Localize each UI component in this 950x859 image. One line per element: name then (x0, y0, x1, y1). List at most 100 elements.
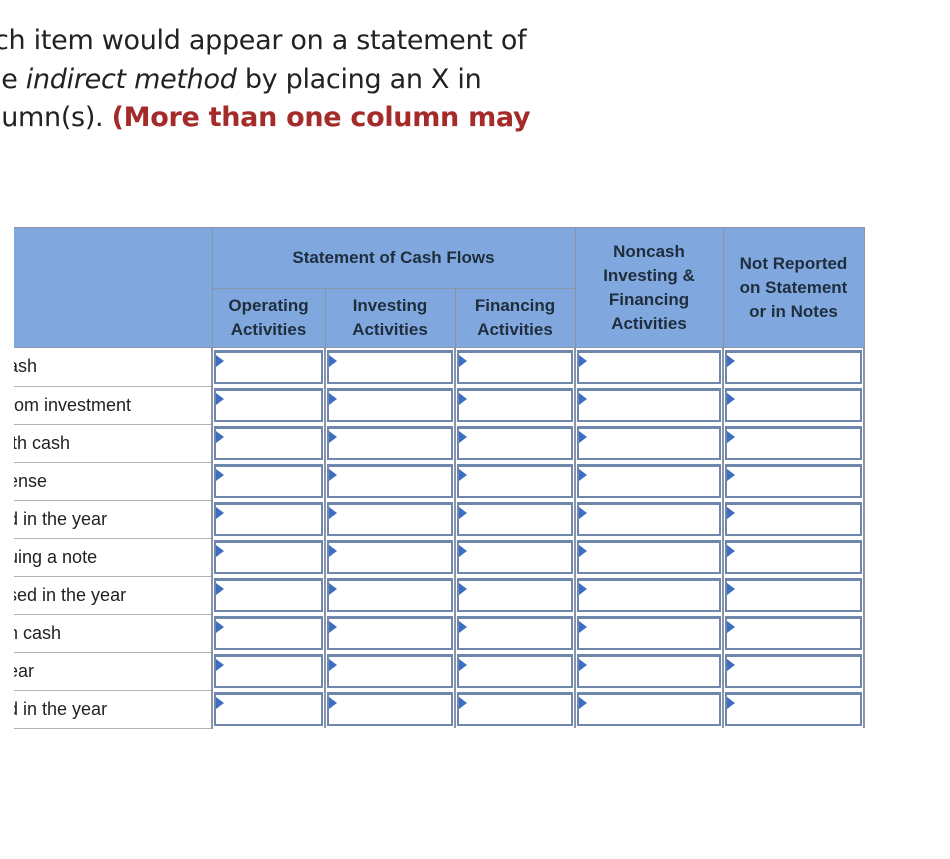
dropdown-marker-icon (579, 697, 587, 709)
not-reported-dropdown[interactable] (725, 616, 862, 650)
not-reported-cell (722, 500, 865, 538)
indirect-method-term: indirect method (25, 63, 237, 95)
operating-cell (211, 500, 326, 538)
investing-dropdown[interactable] (327, 654, 453, 688)
dropdown-marker-icon (459, 659, 467, 671)
financing-cell (454, 614, 576, 652)
operating-dropdown[interactable] (214, 426, 323, 460)
investing-dropdown[interactable] (327, 464, 453, 498)
dropdown-marker-icon (329, 697, 337, 709)
not-reported-cell (722, 424, 865, 462)
dropdown-marker-icon (216, 583, 224, 595)
dropdown-marker-icon (727, 621, 735, 633)
noncash-dropdown[interactable] (577, 692, 721, 726)
dropdown-marker-icon (579, 355, 587, 367)
noncash-cell (574, 347, 724, 386)
not-reported-cell (722, 652, 865, 690)
operating-cell (211, 424, 326, 462)
noncash-cell (574, 538, 724, 576)
not-reported-cell (722, 462, 865, 500)
financing-dropdown[interactable] (457, 350, 573, 384)
not-reported-dropdown[interactable] (725, 692, 862, 726)
dropdown-marker-icon (216, 393, 224, 405)
not-reported-dropdown[interactable] (725, 464, 862, 498)
not-reported-dropdown[interactable] (725, 426, 862, 460)
financing-cell (454, 538, 576, 576)
dropdown-marker-icon (727, 545, 735, 557)
table-row: ash (14, 347, 865, 387)
investing-dropdown[interactable] (327, 616, 453, 650)
not-reported-cell (722, 538, 865, 576)
operating-dropdown[interactable] (214, 578, 323, 612)
operating-dropdown[interactable] (214, 464, 323, 498)
noncash-dropdown[interactable] (577, 578, 721, 612)
dropdown-marker-icon (579, 431, 587, 443)
financing-dropdown[interactable] (457, 388, 573, 422)
investing-cell (324, 576, 456, 614)
not-reported-cell (722, 690, 865, 728)
not-reported-dropdown[interactable] (725, 350, 862, 384)
noncash-dropdown[interactable] (577, 502, 721, 536)
financing-dropdown[interactable] (457, 502, 573, 536)
dropdown-marker-icon (216, 507, 224, 519)
financing-dropdown[interactable] (457, 464, 573, 498)
row-label: sed in the year (14, 575, 212, 615)
noncash-dropdown[interactable] (577, 388, 721, 422)
financing-dropdown[interactable] (457, 616, 573, 650)
operating-dropdown[interactable] (214, 654, 323, 688)
financing-dropdown[interactable] (457, 578, 573, 612)
noncash-dropdown[interactable] (577, 616, 721, 650)
financing-dropdown[interactable] (457, 692, 573, 726)
classification-table: Statement of Cash Flows Noncash Investin… (14, 227, 865, 729)
header-text: or in Notes (749, 301, 838, 321)
noncash-dropdown[interactable] (577, 654, 721, 688)
not-reported-dropdown[interactable] (725, 502, 862, 536)
operating-dropdown[interactable] (214, 388, 323, 422)
noncash-dropdown[interactable] (577, 464, 721, 498)
operating-dropdown[interactable] (214, 540, 323, 574)
not-reported-cell (722, 614, 865, 652)
investing-cell (324, 424, 456, 462)
financing-dropdown[interactable] (457, 654, 573, 688)
table-body: ashrom investmentith cashensed in the ye… (14, 347, 865, 729)
financing-dropdown[interactable] (457, 426, 573, 460)
not-reported-cell (722, 347, 865, 386)
header-text: Investing & (603, 265, 695, 285)
operating-cell (211, 386, 326, 424)
operating-dropdown[interactable] (214, 616, 323, 650)
financing-cell (454, 462, 576, 500)
operating-dropdown[interactable] (214, 350, 323, 384)
not-reported-dropdown[interactable] (725, 540, 862, 574)
investing-dropdown[interactable] (327, 426, 453, 460)
instructions-line-2-suffix: by placing an X in (236, 63, 482, 95)
dropdown-marker-icon (727, 659, 735, 671)
noncash-dropdown[interactable] (577, 426, 721, 460)
header-text: Activities (352, 320, 428, 339)
dropdown-marker-icon (727, 697, 735, 709)
investing-dropdown[interactable] (327, 578, 453, 612)
investing-dropdown[interactable] (327, 502, 453, 536)
investing-column-header: Investing Activities (324, 288, 456, 348)
dropdown-marker-icon (579, 659, 587, 671)
table-row: rom investment (14, 385, 865, 425)
dropdown-marker-icon (329, 545, 337, 557)
noncash-column-header: Noncash Investing & Financing Activities (574, 227, 724, 348)
operating-dropdown[interactable] (214, 502, 323, 536)
operating-dropdown[interactable] (214, 692, 323, 726)
dropdown-marker-icon (579, 507, 587, 519)
investing-dropdown[interactable] (327, 388, 453, 422)
not-reported-dropdown[interactable] (725, 388, 862, 422)
not-reported-dropdown[interactable] (725, 654, 862, 688)
operating-cell (211, 690, 326, 728)
investing-dropdown[interactable] (327, 692, 453, 726)
investing-dropdown[interactable] (327, 540, 453, 574)
dropdown-marker-icon (459, 697, 467, 709)
noncash-dropdown[interactable] (577, 350, 721, 384)
dropdown-marker-icon (216, 659, 224, 671)
noncash-dropdown[interactable] (577, 540, 721, 574)
item-column-header (14, 227, 213, 348)
financing-dropdown[interactable] (457, 540, 573, 574)
not-reported-dropdown[interactable] (725, 578, 862, 612)
header-text: Operating (228, 296, 309, 315)
investing-dropdown[interactable] (327, 350, 453, 384)
